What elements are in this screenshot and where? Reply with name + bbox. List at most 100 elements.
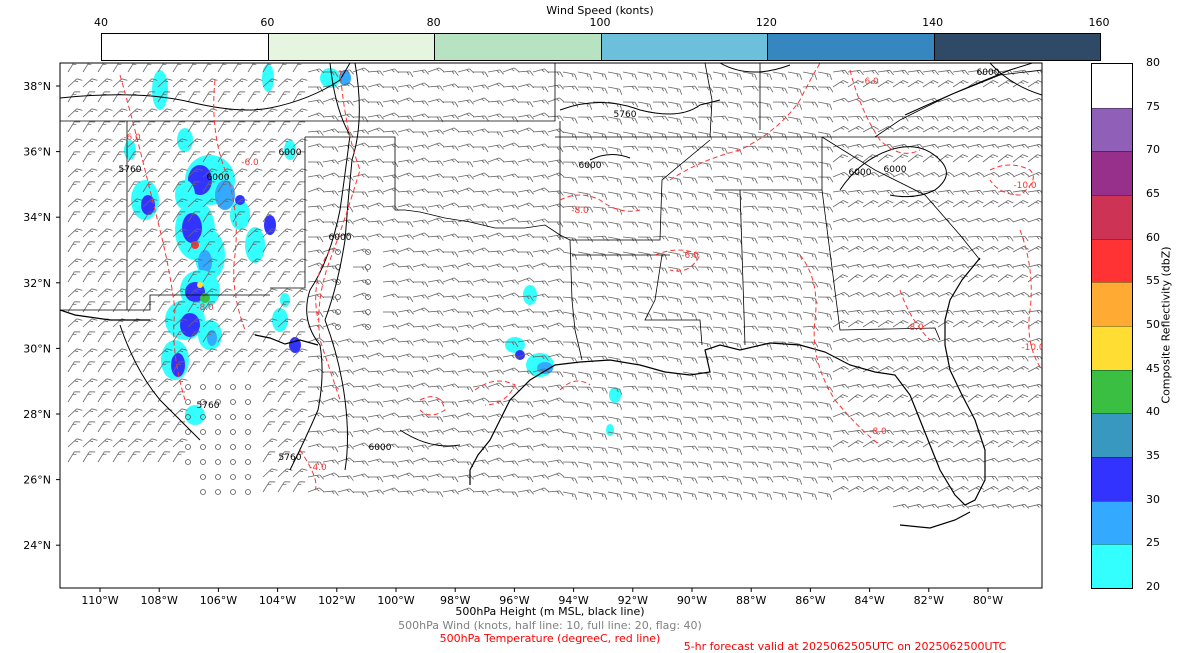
wind-barb <box>817 492 833 500</box>
wind-barb <box>742 117 757 124</box>
wind-barb <box>398 222 413 227</box>
coastline-segment <box>900 512 970 528</box>
wind-barb <box>953 310 969 317</box>
wind-barb <box>863 125 879 136</box>
wind-barb <box>593 342 608 347</box>
wind-barb <box>802 372 818 380</box>
wind-barb <box>428 173 444 182</box>
wind-barb <box>533 174 549 182</box>
wind-barb <box>338 357 353 362</box>
wind-barb <box>83 59 95 74</box>
wind-barb <box>368 146 383 152</box>
calm-wind-marker <box>366 265 371 270</box>
wind-barb <box>353 417 368 422</box>
wind-barb <box>638 297 653 302</box>
wind-barb <box>188 347 202 361</box>
wind-barb <box>968 171 984 181</box>
wind-barb <box>983 393 998 406</box>
wind-barb <box>443 221 458 227</box>
calm-wind-marker <box>186 385 191 390</box>
wind-barb <box>637 222 653 230</box>
wind-barb <box>1028 273 1043 286</box>
wind-barb <box>518 264 534 272</box>
wind-barb <box>607 237 623 245</box>
wind-barb <box>833 430 849 437</box>
calm-wind-marker <box>201 385 206 390</box>
wind-barb <box>968 199 983 211</box>
wind-barb <box>218 359 230 374</box>
lat-label: 34°N <box>23 211 51 224</box>
wind-barb <box>742 72 758 80</box>
wind-barb <box>98 89 110 104</box>
wind-barb <box>413 432 428 437</box>
wind-barb <box>592 87 607 94</box>
wind-barb <box>803 446 818 452</box>
wind-barb <box>772 147 787 154</box>
wind-barb <box>863 411 879 421</box>
wind-barb <box>68 269 80 284</box>
wind-barb <box>548 472 564 482</box>
wind-barb <box>563 282 578 287</box>
wind-barb <box>248 287 262 301</box>
wind-barb <box>637 192 653 200</box>
wind-barb <box>548 309 564 317</box>
wind-barb <box>833 199 848 211</box>
wind-barb <box>607 372 623 380</box>
wind-barb <box>893 264 909 272</box>
wind-barb <box>908 199 923 211</box>
wind-barb <box>443 177 458 182</box>
wind-barb <box>803 282 818 287</box>
wind-barb <box>368 383 384 392</box>
wind-barb <box>923 273 938 286</box>
wind-barb <box>818 327 833 332</box>
wind-barb <box>607 477 623 485</box>
wind-barb <box>503 267 518 272</box>
wind-barb <box>802 132 818 140</box>
wind-barb <box>158 137 172 151</box>
wind-barb <box>128 269 140 284</box>
wind-barb <box>923 79 938 91</box>
wind-barb <box>488 338 504 347</box>
wind-barb <box>623 146 638 152</box>
reflectivity-colorbar-label: Composite Reflectivity (dbZ) <box>1160 246 1173 403</box>
wind-barb <box>607 72 623 80</box>
wind-barb <box>667 237 683 245</box>
wind-barb <box>772 432 788 440</box>
wind-barb <box>772 87 787 94</box>
wind-barb <box>743 386 758 392</box>
wind-barb <box>757 492 773 500</box>
reflectivity-colorbar-tick: 45 <box>1146 362 1160 375</box>
wind-barb <box>128 329 140 344</box>
calm-wind-marker <box>336 250 341 255</box>
wind-barb <box>113 257 127 271</box>
wind-barb <box>863 485 879 496</box>
wind-barb <box>158 419 170 434</box>
wind-barb <box>923 264 939 272</box>
reflectivity-colorbar-segment <box>1092 64 1132 108</box>
wind-barb <box>787 87 803 95</box>
wind-barb <box>593 416 608 422</box>
wind-barb <box>697 72 713 80</box>
wind-barb <box>908 273 923 286</box>
wind-barb <box>998 430 1014 437</box>
wind-barb <box>592 267 607 274</box>
temp-contour-label: -10.0 <box>1013 181 1037 191</box>
wind-barb <box>383 324 399 332</box>
wind-barb <box>293 239 305 254</box>
wind-barb <box>713 282 728 287</box>
wind-barb <box>443 189 459 197</box>
wind-barb <box>607 342 623 350</box>
wind-barb <box>263 257 277 271</box>
wind-barb <box>938 125 954 136</box>
wind-barb <box>938 79 953 91</box>
wind-barb <box>878 337 894 346</box>
wind-barb <box>638 177 653 182</box>
calm-wind-marker <box>186 400 191 405</box>
wind-barb <box>143 269 155 284</box>
wind-barb <box>278 239 290 254</box>
wind-barb <box>893 236 908 242</box>
wind-barb <box>308 443 324 452</box>
wind-barb <box>83 107 97 121</box>
wind-barb <box>428 192 443 197</box>
lon-label: 106°W <box>200 594 237 607</box>
